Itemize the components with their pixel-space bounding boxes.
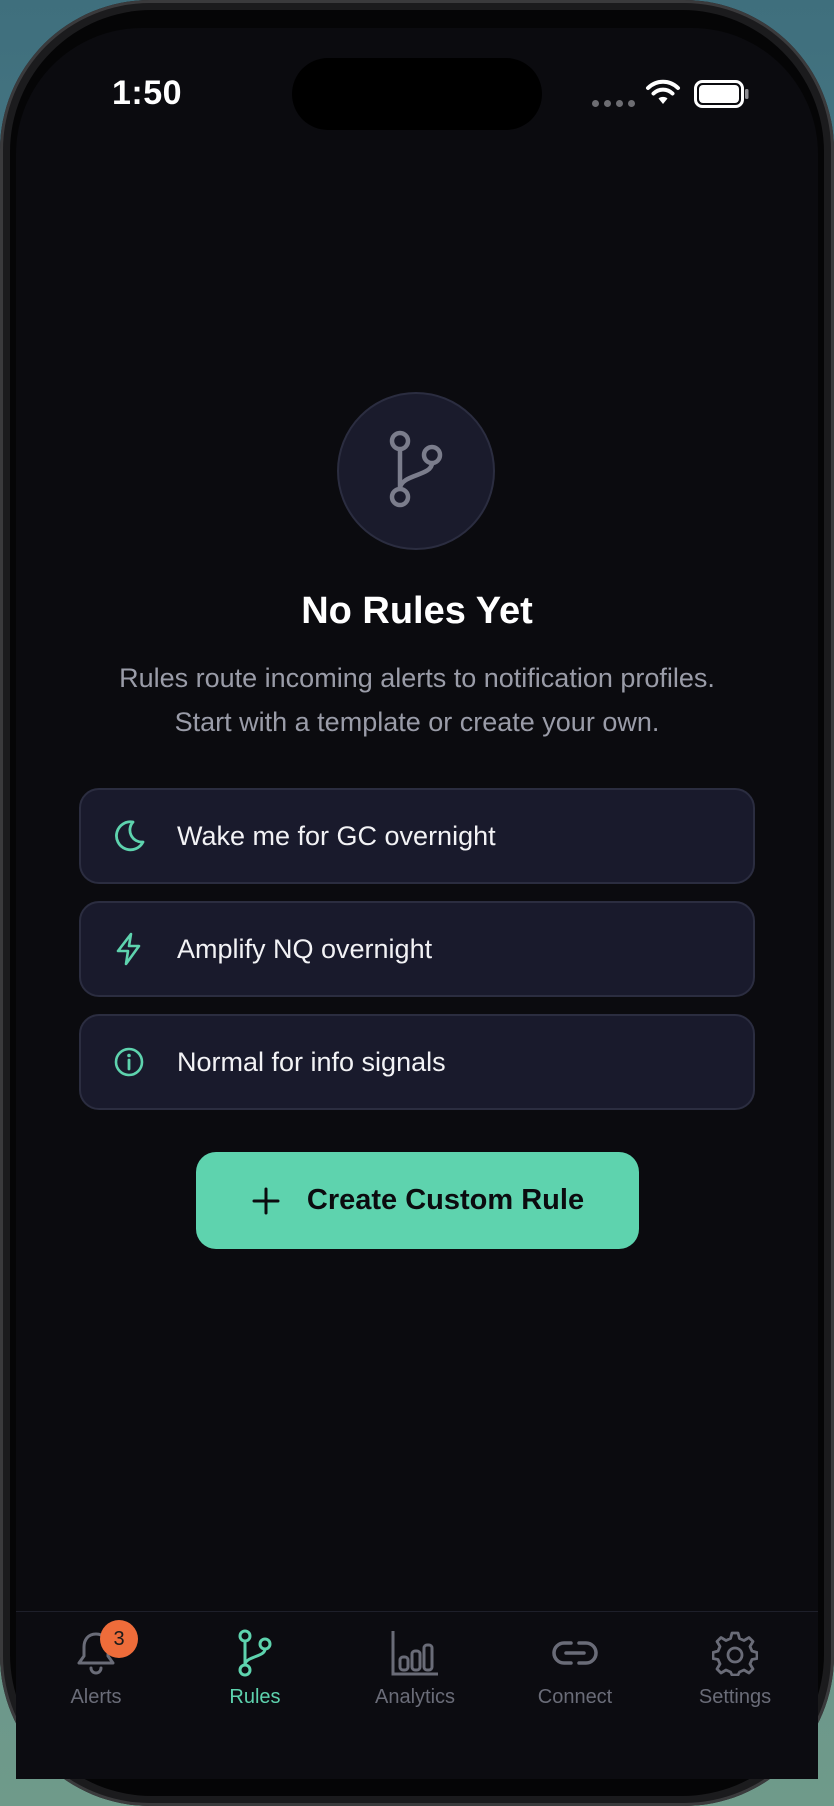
tab-alerts[interactable]: 3 Alerts <box>16 1620 176 1718</box>
template-label: Normal for info signals <box>177 1046 446 1077</box>
template-label: Wake me for GC overnight <box>177 820 496 851</box>
template-card-amplify-nq[interactable]: Amplify NQ overnight <box>79 901 755 997</box>
tab-settings[interactable]: Settings <box>655 1628 815 1718</box>
create-custom-rule-button[interactable]: Create Custom Rule <box>196 1152 639 1249</box>
tab-bar: 3 Alerts Rules Analytics Connect Setting… <box>16 1611 818 1779</box>
bar-chart-icon <box>390 1628 440 1678</box>
lightning-icon <box>111 931 147 967</box>
link-icon <box>552 1628 598 1678</box>
plus-icon <box>251 1186 281 1216</box>
tab-analytics[interactable]: Analytics <box>335 1628 495 1718</box>
tab-rules[interactable]: Rules <box>175 1628 335 1718</box>
tab-label: Analytics <box>374 1686 456 1708</box>
subtitle-line-2: Start with a template or create your own… <box>174 707 660 737</box>
tab-connect[interactable]: Connect <box>495 1628 655 1718</box>
tab-label: Settings <box>698 1686 772 1708</box>
dynamic-island <box>292 58 542 130</box>
tab-label: Rules <box>229 1686 281 1708</box>
create-button-label: Create Custom Rule <box>306 1184 585 1216</box>
template-card-normal-info[interactable]: Normal for info signals <box>79 1014 755 1110</box>
tab-label: Alerts <box>70 1686 122 1708</box>
bell-icon: 3 <box>74 1620 138 1678</box>
gear-icon <box>712 1628 758 1678</box>
template-card-wake-gc[interactable]: Wake me for GC overnight <box>79 788 755 884</box>
cellular-signal-icon <box>592 100 635 107</box>
subtitle-line-1: Rules route incoming alerts to notificat… <box>119 663 715 693</box>
tab-label: Connect <box>537 1686 613 1708</box>
template-label: Amplify NQ overnight <box>177 933 433 964</box>
battery-icon <box>694 80 750 113</box>
wifi-icon <box>645 78 681 111</box>
moon-icon <box>111 818 147 854</box>
empty-state-icon-circle <box>337 392 495 550</box>
info-icon <box>111 1044 147 1080</box>
empty-state-subtitle: Rules route incoming alerts to notificat… <box>60 656 774 744</box>
git-branch-icon <box>384 430 448 513</box>
alerts-badge: 3 <box>100 1620 138 1658</box>
empty-state-title: No Rules Yet <box>301 590 533 632</box>
git-branch-icon <box>235 1628 275 1678</box>
status-time: 1:50 <box>112 74 183 112</box>
